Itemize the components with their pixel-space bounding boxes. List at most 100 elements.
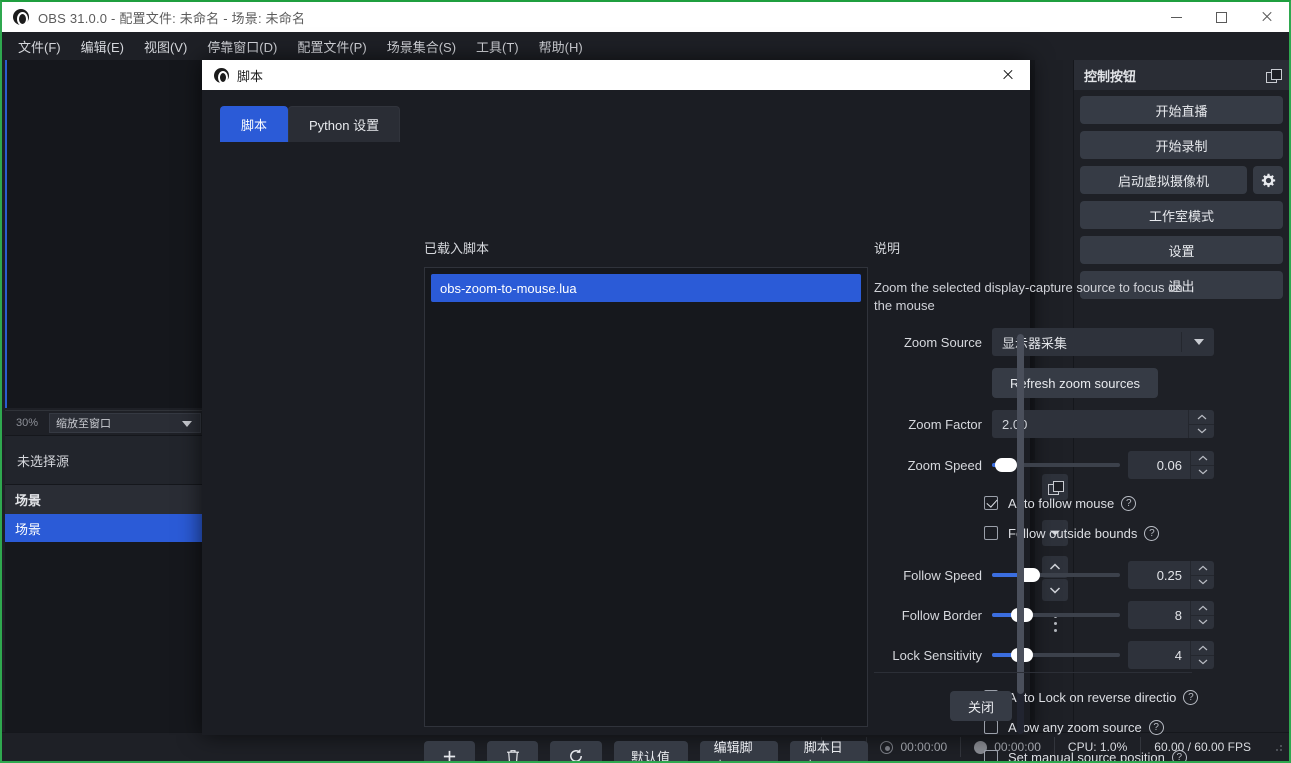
start-virtual-camera-button[interactable]: 启动虚拟摄像机 [1080,166,1247,194]
set-manual-source-position-label: Set manual source position [1008,750,1165,763]
menu-tools[interactable]: 工具(T) [466,33,529,60]
stepper-up-icon[interactable] [1191,641,1214,655]
menu-profile[interactable]: 配置文件(P) [287,33,376,60]
zoom-speed-stepper[interactable] [1190,451,1214,479]
follow-border-slider[interactable] [992,601,1120,629]
add-script-button[interactable] [424,741,475,763]
remove-script-button[interactable] [487,741,538,763]
zoom-factor-stepper[interactable] [1188,410,1214,438]
follow-speed-value[interactable]: 0.25 [1128,561,1190,589]
scene-list-item[interactable]: 场景 [5,514,203,542]
stepper-down-icon[interactable] [1191,655,1214,670]
help-icon[interactable]: ? [1121,496,1136,511]
studio-mode-button[interactable]: 工作室模式 [1080,201,1283,229]
tab-scripts[interactable]: 脚本 [220,106,288,142]
preview-canvas[interactable] [5,60,203,408]
lock-sensitivity-stepper[interactable] [1190,641,1214,669]
auto-lock-reverse-label: Auto Lock on reverse directio [1008,690,1176,705]
list-item[interactable]: obs-zoom-to-mouse.lua [431,274,861,302]
scripts-dialog-footer: 关闭 [950,691,1012,721]
follow-border-value[interactable]: 8 [1128,601,1190,629]
help-icon[interactable]: ? [1172,750,1187,763]
loaded-scripts-list[interactable]: obs-zoom-to-mouse.lua [424,267,868,727]
trash-icon [506,749,520,763]
set-manual-source-position-row[interactable]: Set manual source position ? [984,744,1214,763]
scripts-dialog-close-icon[interactable] [985,60,1030,90]
menu-edit[interactable]: 编辑(E) [71,33,134,60]
script-log-button[interactable]: 脚本日志 [790,741,868,763]
scenes-dock-header: 场景 [5,484,203,514]
help-icon[interactable]: ? [1149,720,1164,735]
dock-float-icon[interactable] [1266,69,1281,82]
follow-border-label: Follow Border [874,608,992,623]
obs-logo-icon [214,68,229,83]
properties-scrollbar[interactable] [1017,334,1024,734]
auto-follow-mouse-checkbox[interactable] [984,496,998,510]
menu-help[interactable]: 帮助(H) [529,33,593,60]
window-title: OBS 31.0.0 - 配置文件: 未命名 - 场景: 未命名 [38,8,305,27]
stepper-down-icon[interactable] [1191,575,1214,590]
scripts-dialog: 脚本 脚本 Python 设置 已载入脚本 obs-zoom-to-mouse.… [202,60,1030,735]
start-recording-button[interactable]: 开始录制 [1080,131,1283,159]
stepper-up-icon[interactable] [1191,451,1214,465]
gear-icon[interactable] [1253,166,1283,194]
scrollbar-thumb[interactable] [1017,334,1024,694]
window-controls [1154,2,1289,32]
resize-grip[interactable] [1272,741,1284,753]
menu-view[interactable]: 视图(V) [134,33,197,60]
titlebar: OBS 31.0.0 - 配置文件: 未命名 - 场景: 未命名 [2,2,1289,32]
obs-main-window: OBS 31.0.0 - 配置文件: 未命名 - 场景: 未命名 文件(F) 编… [0,0,1291,763]
stepper-up-icon[interactable] [1189,410,1214,424]
lock-sensitivity-slider[interactable] [992,641,1120,669]
preview-fit-mode-value: 缩放至窗口 [56,415,111,431]
zoom-source-select[interactable]: 显示器采集 [992,328,1214,356]
menu-docks[interactable]: 停靠窗口(D) [197,33,287,60]
zoom-factor-input[interactable]: 2.00 [992,410,1214,438]
virtual-camera-row: 启动虚拟摄像机 [1080,166,1283,194]
defaults-button[interactable]: 默认值 [614,741,688,763]
zoom-speed-row: Zoom Speed 0.06 [874,450,1214,480]
scenes-list[interactable]: 场景 [5,514,203,744]
zoom-factor-row: Zoom Factor 2.00 [874,410,1214,438]
follow-outside-bounds-checkbox[interactable] [984,526,998,540]
script-properties: Zoom Source 显示器采集 Refresh zoom sources Z… [874,328,1214,763]
minimize-button[interactable] [1154,2,1199,32]
preview-zoom-bar: 30% 缩放至窗口 [5,410,203,434]
stepper-up-icon[interactable] [1191,601,1214,615]
stepper-down-icon[interactable] [1191,615,1214,630]
chevron-down-icon [182,421,192,427]
properties-divider [874,672,1192,673]
follow-speed-stepper[interactable] [1190,561,1214,589]
tab-python-settings[interactable]: Python 设置 [288,106,400,142]
close-window-button[interactable] [1244,2,1289,32]
stepper-down-icon[interactable] [1189,424,1214,439]
zoom-source-label: Zoom Source [874,335,992,350]
start-streaming-button[interactable]: 开始直播 [1080,96,1283,124]
reload-scripts-button[interactable] [550,741,601,763]
follow-outside-bounds-label: Follow outside bounds [1008,526,1137,541]
zoom-speed-value[interactable]: 0.06 [1128,451,1190,479]
edit-script-button[interactable]: 编辑脚本 [700,741,778,763]
menu-file[interactable]: 文件(F) [8,33,71,60]
zoom-source-row: Zoom Source 显示器采集 [874,328,1214,356]
follow-speed-slider[interactable] [992,561,1120,589]
scripts-dialog-titlebar: 脚本 [202,60,1030,90]
preview-fit-mode-select[interactable]: 缩放至窗口 [49,413,201,433]
follow-speed-row: Follow Speed 0.25 [874,560,1214,590]
close-dialog-button[interactable]: 关闭 [950,691,1012,721]
lock-sensitivity-label: Lock Sensitivity [874,648,992,663]
plus-icon [442,749,457,763]
help-icon[interactable]: ? [1183,690,1198,705]
allow-any-zoom-source-checkbox[interactable] [984,720,998,734]
allow-any-zoom-source-label: Allow any zoom source [1008,720,1142,735]
help-icon[interactable]: ? [1144,526,1159,541]
stepper-up-icon[interactable] [1191,561,1214,575]
zoom-speed-slider[interactable] [992,451,1120,479]
stepper-down-icon[interactable] [1191,465,1214,480]
menu-scene-collection[interactable]: 场景集合(S) [377,33,466,60]
follow-speed-label: Follow Speed [874,568,992,583]
follow-border-stepper[interactable] [1190,601,1214,629]
set-manual-source-position-checkbox[interactable] [984,750,998,763]
maximize-button[interactable] [1199,2,1244,32]
lock-sensitivity-value[interactable]: 4 [1128,641,1190,669]
